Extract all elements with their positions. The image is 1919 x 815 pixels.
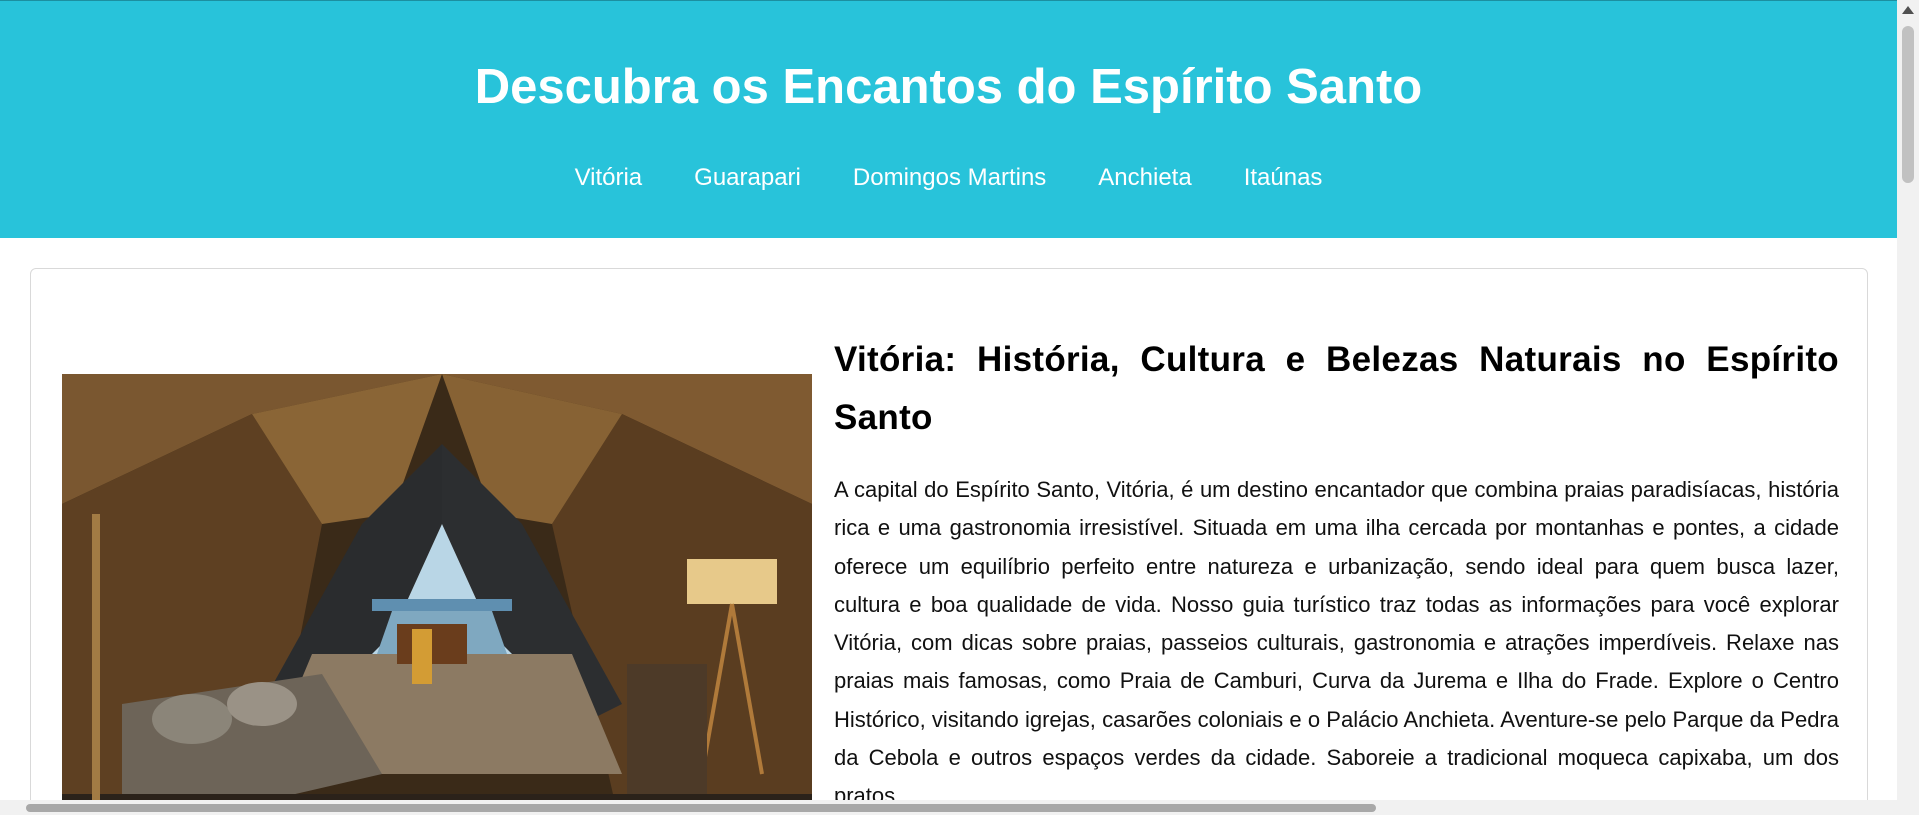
scroll-up-arrow-icon[interactable]: [1902, 6, 1914, 14]
article-content: Vitória: História, Cultura e Belezas Nat…: [834, 331, 1839, 800]
article-hero-image: [62, 374, 812, 800]
nav-link-guarapari[interactable]: Guarapari: [694, 162, 801, 194]
page-viewport: Descubra os Encantos do Espírito Santo V…: [0, 0, 1897, 800]
nav-link-itaunas[interactable]: Itaúnas: [1244, 162, 1323, 194]
nav-link-anchieta[interactable]: Anchieta: [1098, 162, 1191, 194]
horizontal-scrollbar-thumb[interactable]: [26, 804, 1376, 812]
vertical-scrollbar[interactable]: [1897, 0, 1919, 815]
article-body: A capital do Espírito Santo, Vitória, é …: [834, 477, 1839, 800]
main-nav: Vitória Guarapari Domingos Martins Anchi…: [0, 162, 1897, 194]
article-heading: Vitória: História, Cultura e Belezas Nat…: [834, 340, 1839, 437]
vertical-scrollbar-thumb[interactable]: [1902, 26, 1914, 183]
nav-link-vitoria[interactable]: Vitória: [575, 162, 643, 194]
horizontal-scrollbar[interactable]: [0, 800, 1897, 815]
site-title: Descubra os Encantos do Espírito Santo: [474, 60, 1423, 114]
site-header: Descubra os Encantos do Espírito Santo V…: [0, 0, 1897, 238]
nav-link-domingos-martins[interactable]: Domingos Martins: [853, 162, 1046, 194]
article-card: Vitória: História, Cultura e Belezas Nat…: [30, 268, 1868, 800]
